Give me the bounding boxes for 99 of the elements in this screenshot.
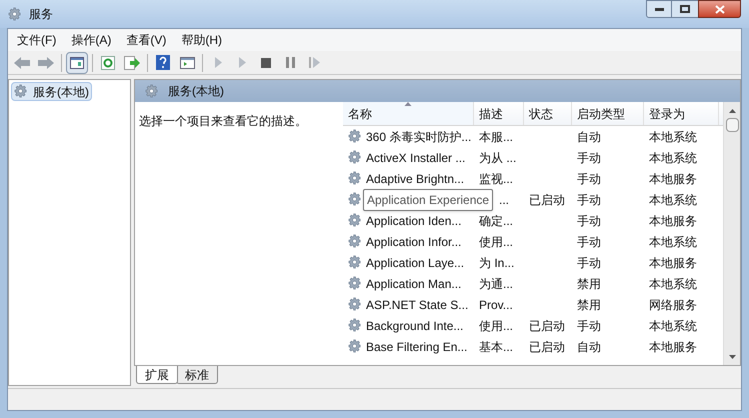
table-cell: 本地系统 [649, 276, 697, 290]
view-tab[interactable]: 扩展 [136, 366, 178, 384]
gear-icon [348, 318, 363, 333]
scrollbar[interactable] [723, 102, 740, 365]
column-header[interactable]: 名称 [343, 102, 474, 125]
table-cell-text: ASP.NET State S... [366, 296, 468, 314]
table-cell-text: ActiveX Installer ... [366, 150, 466, 166]
table-cell: 网络服务 [649, 298, 697, 312]
close-button[interactable] [698, 0, 741, 18]
panel-icon [70, 56, 84, 68]
window-icon [180, 56, 194, 68]
table-cell: 为通... [479, 276, 514, 290]
gear-icon [348, 129, 363, 144]
window-title: 服务 [29, 6, 53, 23]
pause-icon [286, 57, 294, 68]
minimize-icon [654, 8, 664, 10]
table-cell: 已启动 [529, 318, 565, 332]
refresh-icon [101, 56, 115, 70]
table-cell-text: Base Filtering En... [366, 338, 468, 356]
table-cell: 手动 [577, 256, 601, 270]
table-cell: 自动 [577, 340, 601, 354]
gear-icon [348, 234, 363, 249]
scroll-up-icon [728, 109, 736, 113]
gear-icon [14, 84, 29, 99]
back-arrow-icon [14, 56, 30, 68]
maximize-icon [680, 5, 690, 13]
table-cell: 使用... [479, 318, 514, 332]
play-icon [214, 57, 222, 68]
table-cell-text: Background Inte... [366, 318, 464, 334]
table-cell-text: Application Infor... [366, 234, 462, 250]
table-cell: 使用... [479, 234, 514, 248]
resume-icon [308, 57, 320, 68]
table-cell: 本地服务 [649, 256, 697, 270]
close-icon [714, 4, 724, 14]
table-cell: 已启动 [529, 192, 565, 206]
menu-item[interactable]: 文件(F) [14, 31, 60, 49]
maximize-button[interactable] [672, 0, 698, 18]
table-cell: 禁用 [577, 298, 601, 312]
scroll-down-icon [728, 355, 736, 359]
tree-item[interactable]: 服务(本地) [11, 82, 92, 101]
table-cell: Prov... [479, 298, 513, 312]
gear-icon [348, 150, 363, 165]
gear-icon [145, 84, 160, 98]
play-icon [238, 57, 246, 68]
menu-item[interactable]: 操作(A) [68, 31, 114, 49]
table-cell: 为从 ... [479, 150, 516, 164]
table-cell: 本地系统 [649, 130, 697, 144]
gear-icon [348, 297, 363, 312]
gear-icon [348, 192, 363, 207]
gear-icon [348, 255, 363, 270]
table-cell: 手动 [577, 192, 601, 206]
table-cell-text: 360 杀毒实时防护... [366, 128, 472, 146]
help-icon [156, 55, 170, 70]
gear-icon [348, 213, 363, 228]
column-header[interactable]: 登录为 [644, 102, 719, 125]
console-tree-button[interactable] [66, 52, 88, 74]
menu-item[interactable]: 帮助(H) [178, 31, 225, 49]
table-cell-text: Application Man... [366, 276, 462, 292]
table-cell: 本地系统 [649, 318, 697, 332]
gear-icon [348, 171, 363, 186]
table-cell: 已启动 [529, 340, 565, 354]
table-cell: 确定... [479, 214, 514, 228]
description-text: 选择一个项目来查看它的描述。 [139, 114, 307, 128]
export-icon [124, 56, 140, 70]
table-cell: 基本... [479, 340, 514, 354]
tooltip: Application Experience [363, 189, 494, 211]
menu-item[interactable]: 查看(V) [123, 31, 170, 49]
column-header[interactable]: 状态 [524, 102, 572, 125]
table-cell: 手动 [577, 214, 601, 228]
table-cell: 本服... [479, 130, 514, 144]
table-cell: 本地系统 [649, 234, 697, 248]
table-cell-text: Application Laye... [366, 254, 464, 272]
view-tab[interactable]: 标准 [176, 366, 218, 384]
gear-icon [348, 276, 363, 291]
column-header[interactable]: 启动类型 [572, 102, 644, 125]
table-cell: 为 In... [479, 256, 514, 270]
pane-title: 服务(本地) [168, 83, 224, 100]
table-cell-text: Adaptive Brightn... [366, 170, 464, 188]
gear-icon [8, 6, 23, 22]
table-cell: 手动 [577, 318, 601, 332]
table-cell: 手动 [577, 150, 601, 164]
table-cell: 监视... [479, 172, 514, 186]
table-cell: 本地系统 [649, 192, 697, 206]
table-cell: 自动 [577, 130, 601, 144]
table-cell-text: Application Iden... [366, 212, 462, 230]
table-cell: 手动 [577, 172, 601, 186]
forward-arrow-icon [38, 56, 54, 68]
table-cell: 本地服务 [649, 172, 697, 186]
gear-icon [348, 339, 363, 354]
scroll-thumb[interactable] [726, 118, 738, 132]
table-cell: 手动 [577, 234, 601, 248]
table-cell: 本地系统 [649, 150, 697, 164]
table-cell: 本地服务 [649, 340, 697, 354]
column-header[interactable]: 描述 [474, 102, 524, 125]
table-cell: 本地服务 [649, 214, 697, 228]
stop-icon [261, 58, 271, 68]
sort-arrow-icon [404, 102, 412, 106]
minimize-button[interactable] [646, 0, 672, 18]
table-cell: 禁用 [577, 276, 601, 290]
